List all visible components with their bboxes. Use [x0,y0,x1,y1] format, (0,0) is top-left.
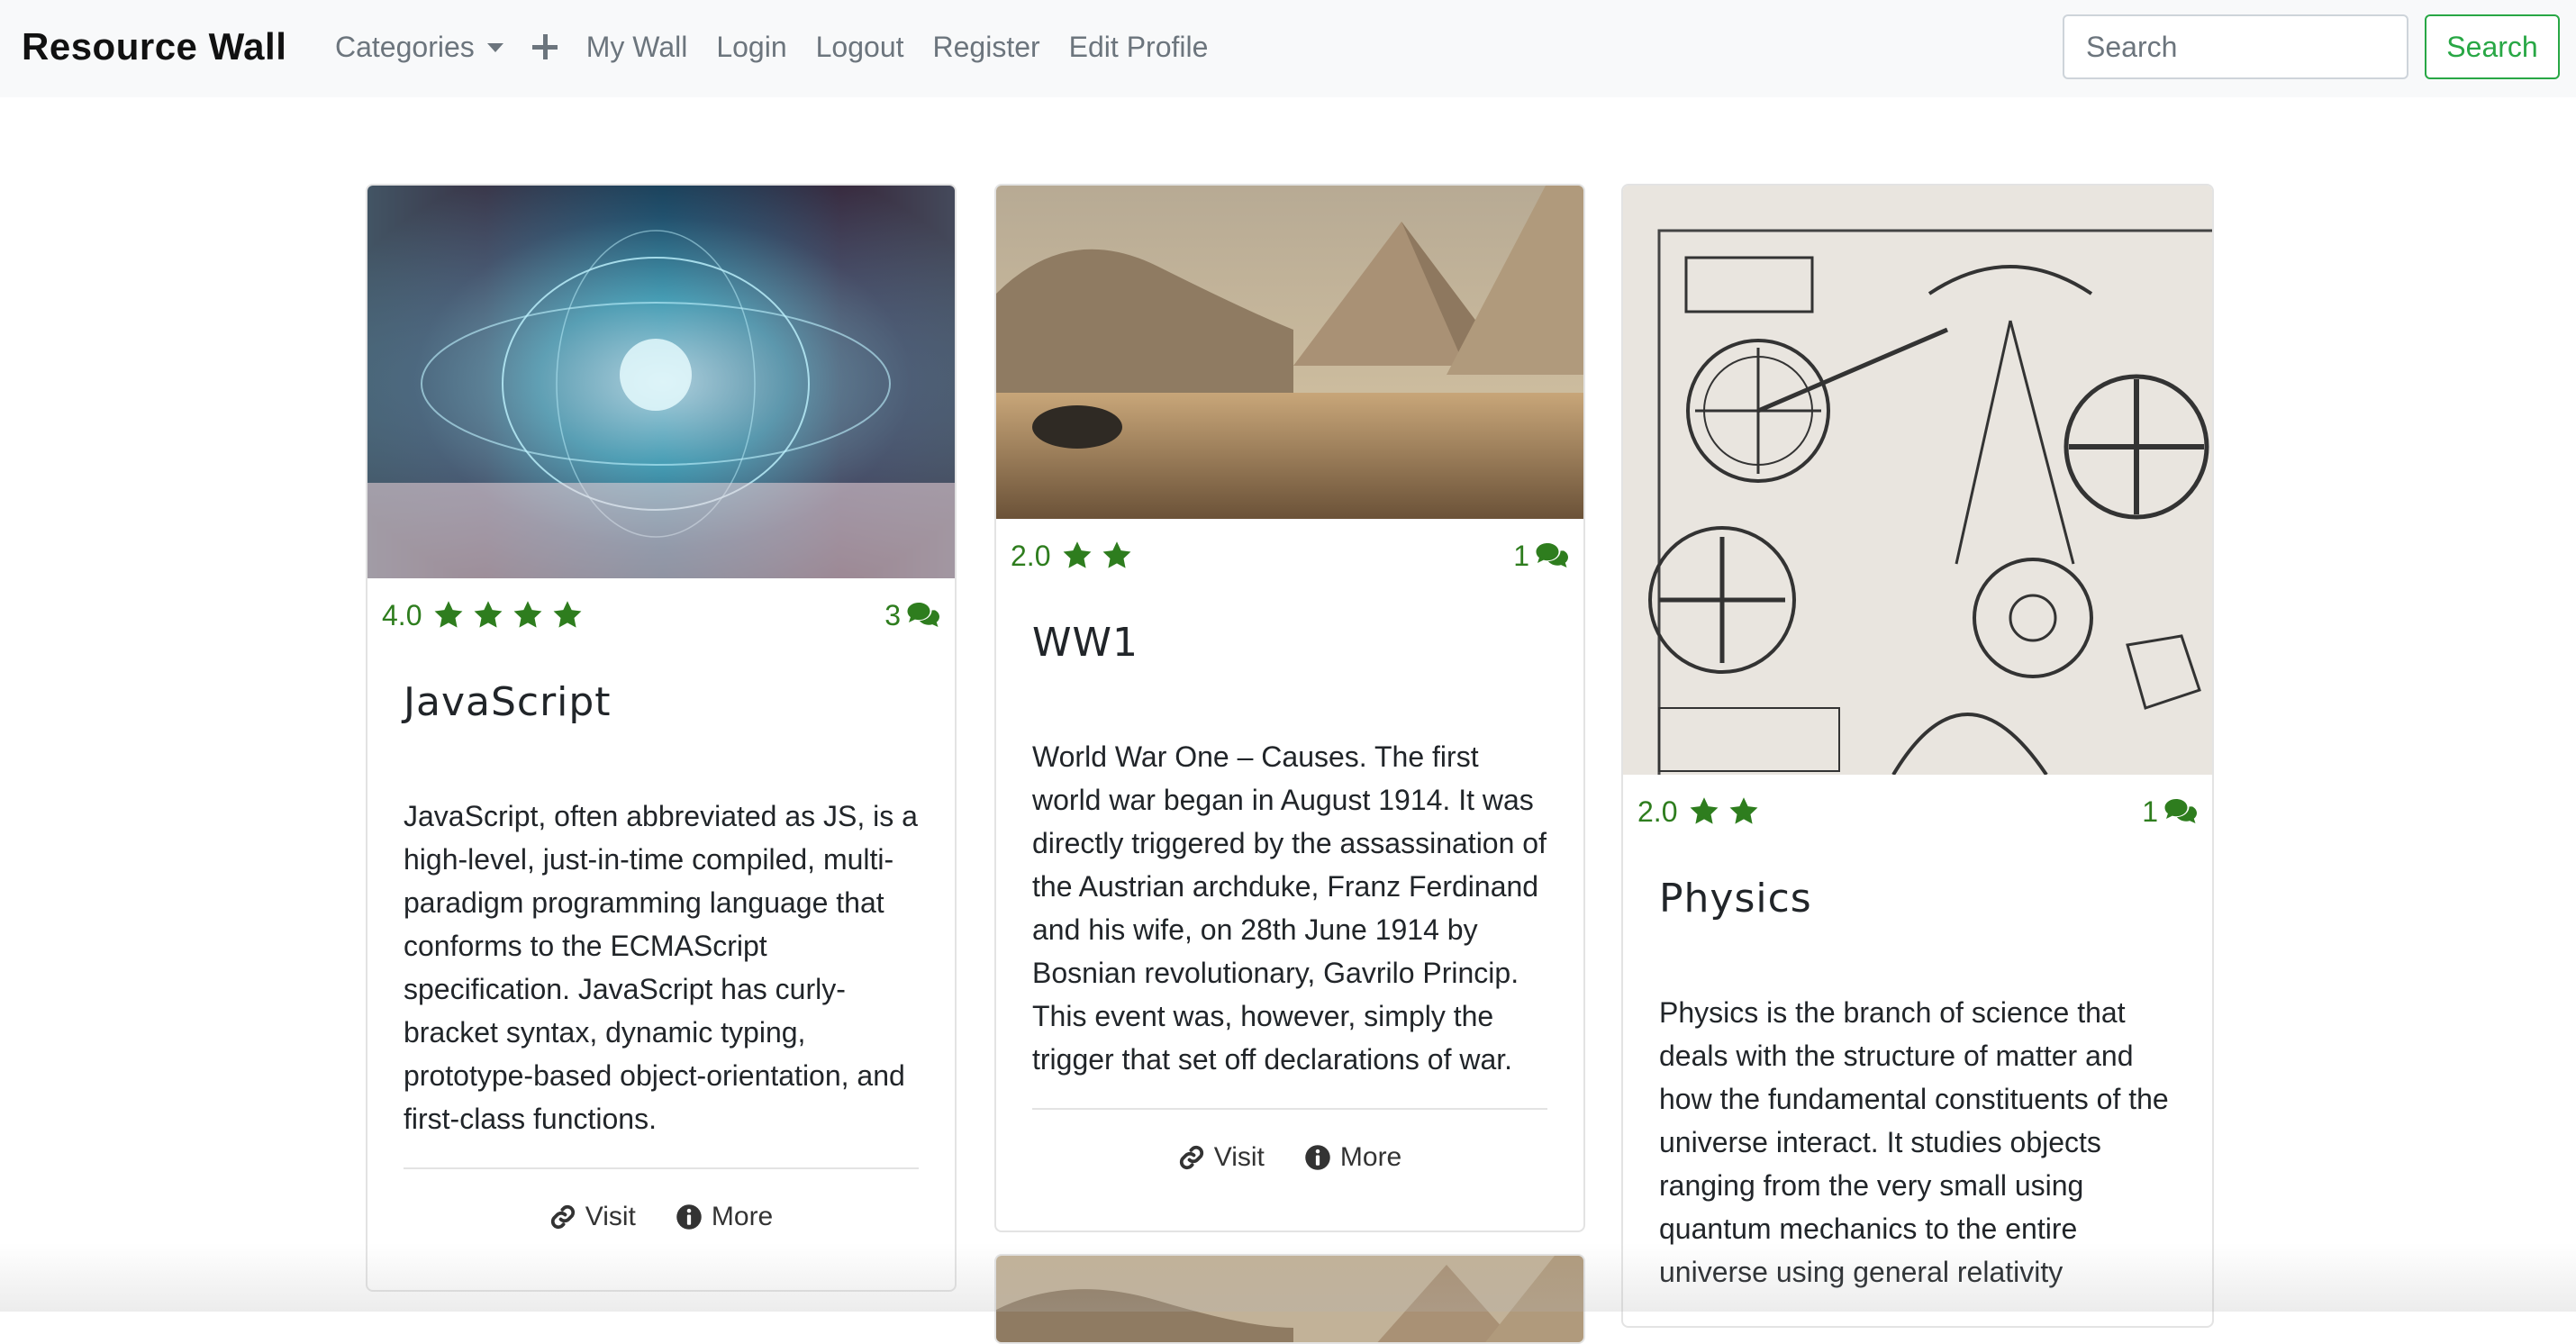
comment-count-value: 1 [2142,795,2158,828]
resource-card-ww1[interactable]: 2.0 1 WW1 World War One – Causes. The fi… [994,184,1585,1232]
resource-card-partial[interactable] [994,1254,1585,1344]
plus-icon [531,34,558,59]
comments-icon [2163,797,2198,826]
card-image [996,1256,1583,1342]
visit-label: Visit [585,1202,636,1231]
rating: 4.0 [382,599,584,632]
rating: 2.0 [1011,540,1133,573]
visit-link[interactable]: Visit [549,1202,636,1232]
categories-label: Categories [335,31,475,63]
card-meta: 2.0 1 [996,533,1583,578]
resource-card-javascript[interactable]: 4.0 3 JavaScript JavaScript, often abbre… [366,184,957,1292]
star-icon [1061,540,1093,572]
card-actions: Visit More [996,1142,1583,1173]
info-icon [676,1203,703,1230]
rating: 2.0 [1637,795,1760,829]
card-description: Physics is the branch of science that de… [1659,996,2169,1288]
card-title: WW1 [1032,620,1139,666]
comment-count-value: 1 [1513,539,1529,572]
star-icon [472,599,504,631]
link-icon [1178,1144,1205,1171]
card-divider [404,1167,919,1169]
more-button[interactable]: More [676,1202,773,1232]
comments-icon [906,601,940,630]
card-title: JavaScript [404,679,612,725]
comments-count[interactable]: 1 [1513,540,1569,573]
visit-link[interactable]: Visit [1178,1142,1265,1173]
comments-count[interactable]: 3 [884,599,940,632]
add-resource-button[interactable] [531,34,558,59]
more-label: More [1339,1142,1402,1172]
more-button[interactable]: More [1304,1142,1401,1173]
chevron-down-icon [486,43,503,52]
navbar: Resource Wall Categories My Wall Login L… [0,0,2576,97]
card-actions: Visit More [367,1202,955,1232]
card-image [367,186,955,578]
star-icon [512,599,544,631]
card-title: Physics [1659,876,1812,922]
nav-link-login[interactable]: Login [716,22,786,72]
categories-dropdown[interactable]: Categories [335,22,503,72]
more-label: More [711,1202,774,1231]
nav-link-register[interactable]: Register [933,22,1040,72]
rating-value: 2.0 [1011,539,1051,572]
card-meta: 4.0 3 [367,593,955,638]
card-image [996,186,1583,519]
star-icon [1101,540,1133,572]
card-meta: 2.0 1 [1623,789,2212,834]
visit-label: Visit [1213,1142,1265,1172]
resource-card-physics[interactable]: 2.0 1 Physics Physics is the branch of s… [1621,184,2214,1328]
nav-link-edit-profile[interactable]: Edit Profile [1069,22,1209,72]
search-button[interactable]: Search [2425,14,2560,79]
brand-logo[interactable]: Resource Wall [22,22,286,72]
link-icon [549,1203,576,1230]
card-description: JavaScript, often abbreviated as JS, is … [404,800,918,1135]
nav-links: Categories My Wall Login Logout Register… [335,22,1237,72]
nav-link-my-wall[interactable]: My Wall [586,22,688,72]
star-icon [432,599,465,631]
star-icon [1688,795,1720,828]
card-divider [1032,1108,1547,1110]
star-icon [1728,795,1760,828]
comment-count-value: 3 [884,598,901,631]
nav-link-logout[interactable]: Logout [816,22,904,72]
rating-value: 2.0 [1637,795,1678,828]
rating-value: 4.0 [382,598,422,631]
card-image [1623,186,2212,775]
comments-count[interactable]: 1 [2142,795,2198,829]
card-description: World War One – Causes. The first world … [1032,740,1547,1076]
search-input[interactable] [2063,14,2408,79]
info-icon [1304,1144,1331,1171]
star-icon [551,599,584,631]
comments-icon [1535,541,1569,570]
